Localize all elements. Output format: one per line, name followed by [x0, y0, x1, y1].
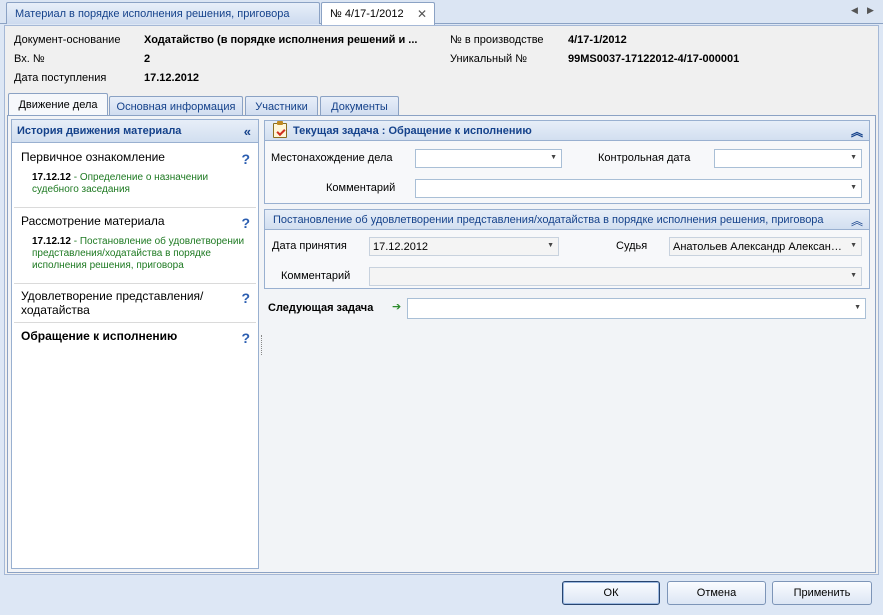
resolution-comment-select[interactable]: ▼: [369, 267, 862, 286]
scroll-right-icon[interactable]: ▶: [867, 5, 874, 16]
close-icon[interactable]: ✕: [417, 7, 427, 21]
case-panel: Документ-основание Ходатайство (в порядк…: [4, 25, 879, 575]
splitter-handle[interactable]: [261, 335, 264, 355]
prod-no-value: 4/17-1/2012: [568, 34, 627, 46]
tab-label: Движение дела: [18, 99, 98, 111]
control-date-input[interactable]: ▼: [714, 149, 862, 168]
history-item[interactable]: Первичное ознакомление ? 17.12.12 - Опре…: [14, 145, 256, 208]
history-item[interactable]: Удовлетворение представления/ходатайства…: [14, 284, 256, 323]
help-icon[interactable]: ?: [241, 290, 250, 306]
unique-no-value: 99MS0037-17122012-4/17-000001: [568, 53, 740, 65]
clipboard-icon: [273, 121, 287, 138]
received-value: 17.12.2012: [144, 72, 200, 84]
history-item-title: Обращение к исполнению: [21, 329, 178, 343]
dropdown-icon[interactable]: ▼: [850, 242, 857, 249]
dropdown-icon[interactable]: ▼: [850, 272, 857, 279]
dropdown-icon[interactable]: ▼: [850, 184, 857, 191]
cancel-button-label: Отмена: [696, 587, 737, 599]
comment-label: Комментарий: [326, 182, 396, 194]
history-item-title: Первичное ознакомление: [21, 150, 165, 164]
document-tab-strip: Материал в порядке исполнения решения, п…: [0, 0, 883, 25]
judge-value: Анатольев Александр Александрович: [673, 240, 843, 253]
current-task-header: Текущая задача : Обращение к исполнению …: [265, 121, 869, 141]
tab-content: История движения материала « Первичное о…: [7, 115, 876, 573]
tab-label: Участники: [255, 100, 308, 113]
history-panel: История движения материала « Первичное о…: [11, 119, 262, 569]
resolution-header: Постановление об удовлетворении представ…: [265, 210, 869, 230]
doc-base-value: Ходатайство (в порядке исполнения решени…: [144, 34, 418, 46]
judge-label: Судья: [616, 240, 648, 252]
history-panel-header: История движения материала «: [12, 120, 258, 143]
dropdown-icon[interactable]: ▼: [550, 154, 557, 161]
arrow-right-icon: ➔: [392, 301, 402, 313]
doc-base-label: Документ-основание: [14, 34, 121, 46]
help-icon[interactable]: ?: [241, 215, 250, 231]
unique-no-label: Уникальный №: [450, 53, 528, 65]
history-item[interactable]: Рассмотрение материала ? 17.12.12 - Пост…: [14, 208, 256, 284]
in-no-label: Вх. №: [14, 53, 45, 65]
current-task-group: Текущая задача : Обращение к исполнению …: [264, 120, 870, 204]
comment-select[interactable]: ▼: [415, 179, 862, 198]
prod-no-label: № в производстве: [450, 34, 544, 46]
doc-tab-label: № 4/17-1/2012: [330, 8, 404, 20]
tab-label: Документы: [331, 100, 388, 113]
doc-tab-material[interactable]: Материал в порядке исполнения решения, п…: [6, 2, 320, 24]
tab-documents[interactable]: Документы: [320, 96, 399, 116]
dropdown-icon[interactable]: ▼: [854, 304, 861, 311]
history-item-current[interactable]: Обращение к исполнению ?: [14, 323, 256, 351]
tab-label: Основная информация: [116, 100, 236, 113]
collapse-left-icon[interactable]: «: [244, 124, 251, 139]
location-select[interactable]: ▼: [415, 149, 562, 168]
ok-button[interactable]: ОК: [562, 581, 660, 605]
apply-button[interactable]: Применить: [772, 581, 872, 605]
adoption-date-label: Дата принятия: [272, 240, 347, 252]
doc-tab-label: Материал в порядке исполнения решения, п…: [15, 7, 290, 20]
history-item-date: 17.12.12: [32, 172, 71, 183]
current-task-title: Текущая задача : Обращение к исполнению: [293, 124, 532, 137]
resolution-comment-label: Комментарий: [281, 270, 351, 282]
ok-button-label: ОК: [603, 587, 619, 599]
history-item-date: 17.12.12: [32, 236, 71, 247]
next-task-select[interactable]: ▼: [407, 298, 866, 319]
adoption-date-input[interactable]: 17.12.2012 ▼: [369, 237, 559, 256]
apply-button-label: Применить: [793, 587, 851, 599]
location-label: Местонахождение дела: [271, 152, 393, 164]
help-icon[interactable]: ?: [241, 151, 250, 167]
collapse-up-icon[interactable]: ︽: [851, 123, 863, 140]
cancel-button[interactable]: Отмена: [667, 581, 766, 605]
dropdown-icon[interactable]: ▼: [850, 154, 857, 161]
resolution-group: Постановление об удовлетворении представ…: [264, 209, 870, 289]
tab-case-movement[interactable]: Движение дела: [8, 93, 108, 116]
history-title: История движения материала: [17, 125, 182, 137]
dropdown-icon[interactable]: ▼: [547, 242, 554, 249]
doc-tab-case[interactable]: № 4/17-1/2012 ✕: [321, 2, 435, 25]
in-no-value: 2: [144, 53, 151, 65]
tab-participants[interactable]: Участники: [245, 96, 318, 116]
help-icon[interactable]: ?: [241, 330, 250, 346]
tab-main-info[interactable]: Основная информация: [109, 96, 243, 116]
scroll-left-icon[interactable]: ◀: [851, 5, 858, 16]
resolution-title: Постановление об удовлетворении представ…: [273, 213, 824, 226]
received-label: Дата поступления: [14, 72, 107, 84]
next-task-label: Следующая задача: [268, 302, 374, 314]
judge-select[interactable]: Анатольев Александр Александрович ▼: [669, 237, 862, 256]
history-item-title: Рассмотрение материала: [21, 214, 165, 228]
adoption-date-value: 17.12.2012: [373, 240, 429, 253]
control-date-label: Контрольная дата: [598, 152, 691, 164]
history-item-title: Удовлетворение представления/ходатайства: [21, 289, 204, 317]
collapse-up-icon[interactable]: ︽: [851, 212, 863, 229]
